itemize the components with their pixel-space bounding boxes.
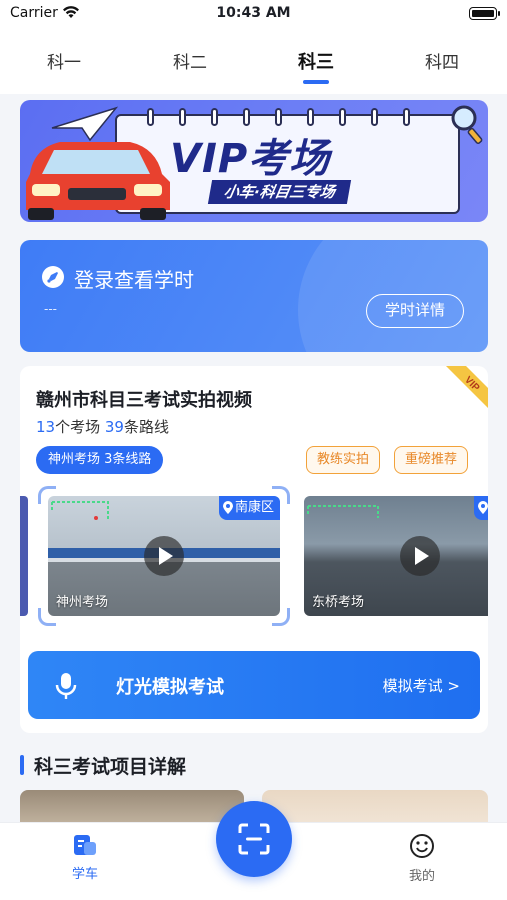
location-badge: 南康区 xyxy=(218,496,280,520)
location-pin-icon xyxy=(478,501,488,514)
location-badge xyxy=(474,496,488,520)
study-hours-card[interactable]: 登录查看学时 --- 学时详情 xyxy=(20,240,488,352)
microphone-icon xyxy=(55,673,77,699)
login-prompt[interactable]: 登录查看学时 xyxy=(74,264,194,293)
video-thumbnail-shenzhou[interactable]: 南康区 神州考场 xyxy=(48,496,280,616)
route-count-label: 条路线 xyxy=(123,418,169,436)
mock-exam-link[interactable]: 模拟考试 > xyxy=(383,675,460,696)
status-time: 10:43 AM xyxy=(216,5,291,21)
route-count: 39 xyxy=(104,418,124,436)
tab-label: 学车 xyxy=(71,867,98,882)
coach-real-shot-tag[interactable]: 教练实拍 xyxy=(306,446,381,474)
tab-subject-4[interactable]: 科四 xyxy=(402,48,482,73)
section-title: 科三考试项目详解 xyxy=(20,752,186,779)
active-tab-indicator xyxy=(303,80,329,84)
play-button[interactable] xyxy=(400,536,440,576)
tab-subject-2[interactable]: 科二 xyxy=(150,48,230,73)
venue-route-chip[interactable]: 神州考场 3条线路 xyxy=(36,446,164,474)
bottom-tab-bar: 学车 我的 xyxy=(0,801,507,900)
light-exam-title: 灯光模拟考试 xyxy=(116,677,224,698)
battery-icon xyxy=(469,7,500,20)
light-simulation-exam-button[interactable]: 灯光模拟考试 模拟考试 > xyxy=(28,651,480,719)
video-title: 神州考场 xyxy=(56,595,109,610)
subject-tabs: 科一 科二 科三 科四 xyxy=(0,30,507,94)
video-thumbnail-dongqiao[interactable]: 东桥考场 xyxy=(304,496,488,616)
content-scroll[interactable]: VIP考场 小车·科目三专场 登录查看学时 --- 学时详情 VIP 赣州市科目… xyxy=(0,94,507,822)
magnifier-icon xyxy=(451,105,483,144)
venue-route-stats: 13个考场 39条路线 xyxy=(36,416,169,437)
previous-video-edge[interactable] xyxy=(20,496,28,616)
study-hours-detail-button[interactable]: 学时详情 xyxy=(366,294,464,328)
car-icon xyxy=(26,142,170,220)
banner-subtitle: 小车·科目三专场 xyxy=(207,180,351,204)
banner-title: VIP考场 xyxy=(170,136,331,182)
tab-label: 我的 xyxy=(408,869,435,884)
location-label: 南康区 xyxy=(234,500,274,515)
venue-count-label: 个考场 xyxy=(55,418,101,436)
vip-banner[interactable]: VIP考场 小车·科目三专场 xyxy=(20,100,488,222)
learn-driving-icon xyxy=(74,835,96,855)
video-title: 东桥考场 xyxy=(312,595,365,610)
scan-button[interactable] xyxy=(216,801,292,877)
tab-learn-driving[interactable]: 学车 xyxy=(45,833,125,882)
video-card-title: 赣州市科目三考试实拍视频 xyxy=(36,390,252,411)
exam-item-preview[interactable] xyxy=(20,790,244,822)
vip-ribbon: VIP xyxy=(446,366,488,408)
tab-mine[interactable]: 我的 xyxy=(382,833,462,884)
smiley-icon xyxy=(410,834,434,858)
play-button[interactable] xyxy=(144,536,184,576)
status-bar: Carrier 10:43 AM xyxy=(0,0,507,30)
scan-icon xyxy=(238,823,270,855)
study-hours-value: --- xyxy=(44,302,57,316)
tab-subject-3[interactable]: 科三 xyxy=(276,48,356,74)
exam-video-card: VIP 赣州市科目三考试实拍视频 13个考场 39条路线 神州考场 3条线路 教… xyxy=(20,366,488,733)
recommended-tag[interactable]: 重磅推荐 xyxy=(394,446,469,474)
exam-item-preview[interactable] xyxy=(262,790,488,822)
tab-subject-1[interactable]: 科一 xyxy=(24,48,104,73)
location-pin-icon xyxy=(222,501,233,514)
venue-count: 13 xyxy=(36,418,56,436)
rocket-icon xyxy=(42,266,64,288)
